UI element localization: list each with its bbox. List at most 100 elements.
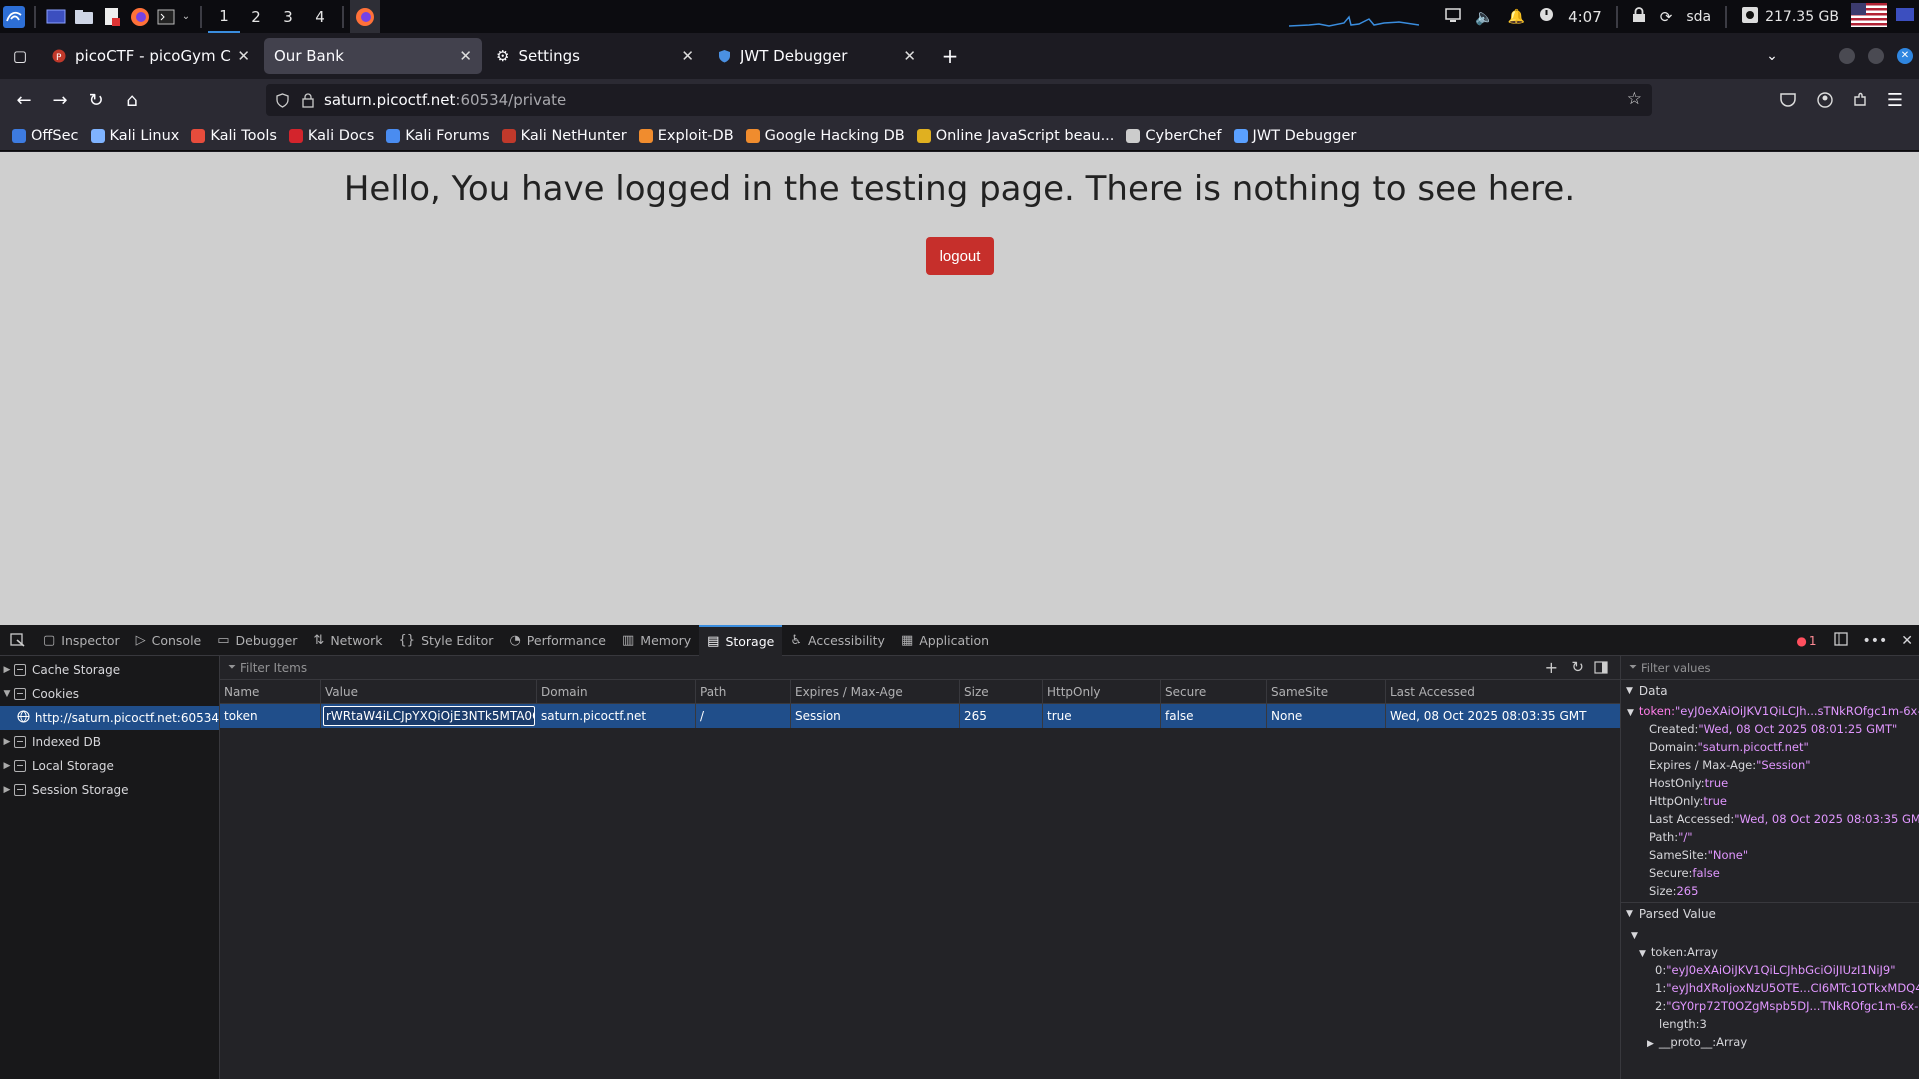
- devtools-tab-style-editor[interactable]: {} Style Editor: [391, 625, 502, 656]
- column-header[interactable]: Last Accessed: [1386, 680, 1620, 704]
- column-header[interactable]: Path: [696, 679, 791, 704]
- column-header[interactable]: Name: [220, 679, 321, 704]
- chevron-right-icon[interactable]: ▶: [0, 785, 14, 795]
- column-header[interactable]: HttpOnly: [1043, 679, 1161, 704]
- chevron-down-icon[interactable]: ▼: [1627, 708, 1634, 718]
- column-header[interactable]: Value: [321, 679, 537, 704]
- cell-expires[interactable]: Session: [791, 704, 960, 728]
- token-part-line[interactable]: 1:"eyJhdXRoIjoxNzU5OTE...CI6MTc1OTkxMDQ4…: [1621, 979, 1919, 997]
- chevron-right-icon[interactable]: ▶: [0, 737, 14, 747]
- cell-path[interactable]: /: [696, 704, 791, 728]
- chevron-right-icon[interactable]: ▶: [0, 665, 14, 675]
- close-icon[interactable]: ✕: [459, 47, 472, 65]
- tab-overview-icon[interactable]: ▢: [2, 40, 38, 72]
- tab-jwt-debugger[interactable]: JWT Debugger ✕: [708, 38, 926, 74]
- column-header[interactable]: Domain: [537, 679, 696, 704]
- dock-side-icon[interactable]: [1834, 632, 1849, 649]
- tree-local-storage[interactable]: ▶ Local Storage: [0, 754, 219, 778]
- cell-size[interactable]: 265: [960, 704, 1043, 728]
- table-row[interactable]: token rWRtaW4iLCJpYXQiOjE3NTk5MTA0ODV9. …: [220, 704, 1620, 728]
- devtools-tab-accessibility[interactable]: ♿ Accessibility: [782, 625, 893, 656]
- error-count[interactable]: 1: [1809, 634, 1817, 648]
- cell-secure[interactable]: false: [1161, 704, 1267, 728]
- list-all-tabs-icon[interactable]: ⌄: [1754, 40, 1790, 72]
- cell-value[interactable]: rWRtaW4iLCJpYXQiOjE3NTk5MTA0ODV9.: [323, 706, 535, 726]
- url-bar[interactable]: saturn.picoctf.net:60534/private ☆: [266, 84, 1652, 116]
- workspace-4[interactable]: 4: [304, 0, 336, 33]
- devtools-tab-inspector[interactable]: ▢ Inspector: [35, 625, 128, 656]
- bookmark-item[interactable]: CyberChef: [1126, 128, 1222, 144]
- workspace-3[interactable]: 3: [272, 0, 304, 33]
- show-desktop-icon[interactable]: [1895, 6, 1915, 28]
- back-arrow-icon[interactable]: ←: [6, 84, 42, 116]
- bookmark-star-icon[interactable]: ☆: [1627, 89, 1642, 109]
- maximize-window-button[interactable]: [1868, 48, 1884, 64]
- filter-values-input[interactable]: ⏷ Filter values: [1621, 656, 1919, 680]
- tab-our-bank[interactable]: Our Bank ✕: [264, 38, 482, 74]
- column-header[interactable]: Secure: [1161, 679, 1267, 704]
- chevron-down-icon[interactable]: ▼: [1639, 949, 1646, 959]
- proto-entry[interactable]: ▶ __proto__:Array: [1621, 1033, 1919, 1051]
- tab-settings[interactable]: ⚙ Settings ✕: [486, 38, 704, 74]
- toggle-sidebar-icon[interactable]: [1594, 661, 1608, 677]
- padlock-icon[interactable]: [302, 92, 320, 108]
- pocket-icon[interactable]: [1770, 84, 1806, 116]
- attribute-line[interactable]: HostOnly:true: [1621, 774, 1919, 792]
- tab-picoctf[interactable]: P picoCTF - picoGym Challe ✕: [42, 38, 260, 74]
- close-devtools-icon[interactable]: ✕: [1901, 633, 1913, 649]
- logout-button[interactable]: logout: [926, 237, 994, 275]
- add-item-icon[interactable]: +: [1545, 658, 1558, 677]
- home-icon[interactable]: ⌂: [114, 84, 150, 116]
- forward-arrow-icon[interactable]: →: [42, 84, 78, 116]
- workspace-1[interactable]: 1: [208, 0, 240, 33]
- close-window-button[interactable]: ✕: [1897, 48, 1913, 64]
- attribute-line[interactable]: HttpOnly:true: [1621, 792, 1919, 810]
- tree-cookies[interactable]: ▼ Cookies: [0, 682, 219, 706]
- attribute-line[interactable]: Expires / Max-Age:"Session": [1621, 756, 1919, 774]
- cell-httponly[interactable]: true: [1043, 704, 1161, 728]
- file-manager-icon[interactable]: [70, 0, 98, 33]
- firefox-window-icon[interactable]: [350, 0, 380, 33]
- devtools-tab-application[interactable]: ▦ Application: [893, 625, 997, 656]
- bookmark-item[interactable]: Kali Tools: [191, 128, 277, 144]
- attribute-line[interactable]: Path:"/": [1621, 828, 1919, 846]
- column-header[interactable]: SameSite: [1267, 679, 1386, 704]
- display-icon[interactable]: [1445, 7, 1461, 26]
- chevron-down-icon[interactable]: ▼: [1631, 931, 1638, 941]
- hamburger-menu-icon[interactable]: ☰: [1877, 84, 1913, 116]
- bookmark-item[interactable]: Google Hacking DB: [745, 128, 905, 144]
- kali-menu-icon[interactable]: [0, 0, 28, 33]
- filter-items-input[interactable]: ⏷ Filter Items + ↻: [220, 656, 1620, 680]
- column-header[interactable]: Expires / Max-Age: [791, 679, 960, 704]
- bookmark-item[interactable]: Exploit-DB: [638, 128, 734, 144]
- token-entry[interactable]: ▼ token:"eyJ0eXAiOiJKV1QiLCJh...sTNkROfgc…: [1621, 702, 1919, 720]
- chevron-down-icon[interactable]: ▼: [0, 689, 14, 699]
- shield-icon[interactable]: [276, 92, 294, 108]
- token-array-entry[interactable]: ▼ token:Array: [1621, 943, 1919, 961]
- attribute-line[interactable]: Secure:false: [1621, 864, 1919, 882]
- attribute-line[interactable]: Domain:"saturn.picoctf.net": [1621, 738, 1919, 756]
- more-options-icon[interactable]: •••: [1862, 633, 1887, 649]
- close-icon[interactable]: ✕: [237, 47, 250, 65]
- terminal-icon[interactable]: [154, 0, 178, 33]
- cell-domain[interactable]: saturn.picoctf.net: [537, 704, 696, 728]
- chevron-right-icon[interactable]: ▶: [0, 761, 14, 771]
- bookmark-item[interactable]: Kali Linux: [90, 128, 179, 144]
- us-flag-icon[interactable]: [1851, 2, 1887, 31]
- desktop-icon[interactable]: [42, 0, 70, 33]
- cell-samesite[interactable]: None: [1267, 704, 1386, 728]
- attribute-line[interactable]: Created:"Wed, 08 Oct 2025 08:01:25 GMT": [1621, 720, 1919, 738]
- chevron-down-icon[interactable]: ▼: [1626, 909, 1633, 919]
- bookmark-item[interactable]: OffSec: [12, 128, 79, 144]
- power-icon[interactable]: [1539, 7, 1554, 26]
- refresh-icon[interactable]: ↻: [1571, 658, 1584, 676]
- refresh-session-icon[interactable]: ⟳: [1660, 8, 1673, 26]
- cell-name[interactable]: token: [220, 704, 321, 728]
- parsed-root[interactable]: ▼: [1621, 925, 1919, 943]
- cell-last-accessed[interactable]: Wed, 08 Oct 2025 08:03:35 GMT: [1386, 704, 1620, 728]
- tree-cache-storage[interactable]: ▶ Cache Storage: [0, 658, 219, 682]
- chevron-right-icon[interactable]: ▶: [1647, 1039, 1654, 1049]
- tree-cookie-origin[interactable]: http://saturn.picoctf.net:60534: [0, 706, 219, 730]
- column-header[interactable]: Size: [960, 679, 1043, 704]
- devtools-tab-network[interactable]: ⇅ Network: [305, 625, 390, 656]
